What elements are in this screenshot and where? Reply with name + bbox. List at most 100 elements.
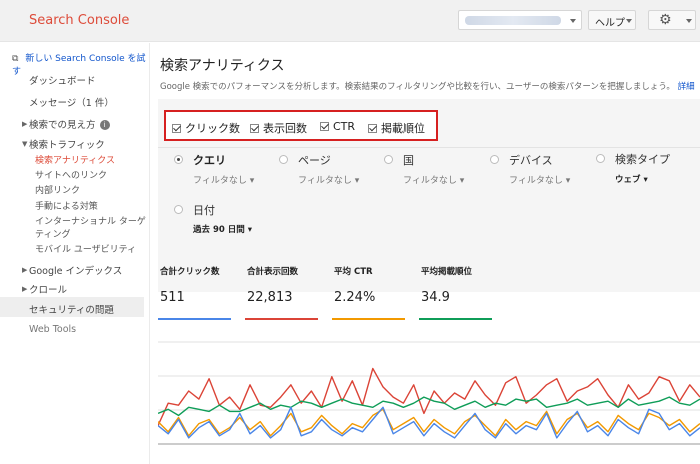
help-button[interactable]: ヘルプ	[588, 10, 636, 30]
radio-icon	[174, 205, 183, 214]
details-link[interactable]: 詳細	[678, 82, 695, 92]
radio-icon	[384, 155, 393, 164]
dimension-date-radio[interactable]: 日付	[174, 202, 215, 218]
date-range-dropdown[interactable]: 過去 90 日間 ▾	[193, 223, 252, 235]
sidebar: ⧉ 新しい Search Console を試す ダッシュボード メッセージ（1…	[0, 43, 150, 464]
sidebar-item-mobile-usability[interactable]: モバイル ユーザビリティ	[35, 242, 136, 255]
sidebar-item-label: 検索での見え方	[29, 120, 96, 131]
dimension-search-type-radio[interactable]: 検索タイプ	[596, 151, 670, 167]
sidebar-item-crawl[interactable]: クロール	[29, 282, 67, 296]
sidebar-item-messages[interactable]: メッセージ（1 件）	[29, 95, 114, 109]
dimension-device-radio[interactable]: デバイス	[490, 152, 553, 168]
checkbox-checked-icon	[320, 122, 329, 131]
sidebar-item-dashboard[interactable]: ダッシュボード	[29, 73, 96, 87]
checkbox-ctr[interactable]: CTR	[320, 120, 355, 133]
sidebar-item-security-issues[interactable]: セキュリティの問題	[29, 302, 114, 316]
radio-icon	[596, 154, 605, 163]
checkbox-checked-icon	[368, 124, 377, 133]
metric-card-impressions[interactable]: 合計表示回数 22,813	[245, 265, 320, 320]
device-filter-dropdown[interactable]: フィルタなし ▾	[509, 173, 570, 186]
sidebar-item-search-analytics[interactable]: 検索アナリティクス	[35, 153, 115, 166]
performance-chart[interactable]	[158, 328, 700, 464]
sidebar-item-links[interactable]: サイトへのリンク	[35, 168, 107, 181]
filter-panel: クリック数 表示回数 CTR 掲載順位 クエリ フィルタなし ▾ ページ フィル…	[158, 99, 700, 292]
dimension-label: 日付	[193, 204, 215, 217]
metric-checkboxes: クリック数 表示回数 CTR 掲載順位	[164, 110, 438, 141]
page-description: Google 検索でのパフォーマンスを分析します。検索結果のフィルタリングや比較…	[160, 80, 695, 92]
divider	[158, 147, 700, 148]
dimension-label: ページ	[298, 154, 331, 167]
expand-arrow-icon: ▶	[22, 266, 28, 274]
checkbox-checked-icon	[250, 124, 259, 133]
metric-label: 平均 CTR	[334, 267, 373, 277]
page-title: 検索アナリティクス	[160, 58, 285, 74]
sidebar-item-search-traffic[interactable]: 検索トラフィック	[29, 137, 105, 151]
checkbox-clicks[interactable]: クリック数	[172, 120, 240, 136]
query-filter-dropdown[interactable]: フィルタなし ▾	[193, 173, 254, 186]
top-bar: Search Console ヘルプ ⚙	[0, 0, 700, 42]
dimension-label: 検索タイプ	[615, 153, 670, 166]
checkbox-checked-icon	[172, 124, 181, 133]
metric-value: 34.9	[421, 290, 450, 305]
brand-logo[interactable]: Search Console	[29, 13, 129, 28]
expand-arrow-icon: ▶	[22, 285, 28, 293]
help-label: ヘルプ	[595, 18, 625, 29]
site-url-blurred	[465, 16, 561, 25]
radio-icon	[490, 155, 499, 164]
filter-label: フィルタなし	[298, 176, 352, 186]
filter-label: ウェブ	[615, 175, 641, 185]
checkbox-position[interactable]: 掲載順位	[368, 120, 425, 136]
site-selector[interactable]	[458, 10, 582, 30]
filter-label: フィルタなし	[509, 176, 563, 186]
dimension-query-radio[interactable]: クエリ	[174, 152, 226, 168]
dimension-page-radio[interactable]: ページ	[279, 152, 331, 168]
sidebar-item-manual-actions[interactable]: 手動による対策	[35, 199, 98, 212]
metric-color-bar	[158, 318, 231, 320]
chevron-down-icon	[570, 19, 576, 23]
radio-icon	[279, 155, 288, 164]
dimension-label: デバイス	[509, 154, 553, 167]
filter-label: 過去 90 日間	[193, 225, 245, 235]
checkbox-label: クリック数	[185, 122, 240, 135]
metric-label: 合計クリック数	[160, 267, 220, 277]
country-filter-dropdown[interactable]: フィルタなし ▾	[403, 173, 464, 186]
metric-card-clicks[interactable]: 合計クリック数 511	[158, 265, 233, 320]
gear-icon: ⚙	[659, 12, 672, 28]
radio-selected-icon	[174, 155, 183, 164]
metric-card-ctr[interactable]: 平均 CTR 2.24%	[332, 265, 407, 320]
metric-value: 511	[160, 290, 185, 305]
metric-card-position[interactable]: 平均掲載順位 34.9	[419, 265, 494, 320]
dimension-country-radio[interactable]: 国	[384, 152, 414, 168]
dimension-label: 国	[403, 154, 414, 167]
chart-series-line-1	[158, 396, 700, 417]
metric-color-bar	[245, 318, 318, 320]
settings-button[interactable]: ⚙	[648, 10, 696, 30]
external-link-icon: ⧉	[12, 54, 19, 64]
sidebar-item-international-targeting-cont[interactable]: ティング	[35, 227, 70, 240]
metric-label: 合計表示回数	[247, 267, 299, 277]
expand-arrow-icon: ▶	[22, 120, 28, 128]
filter-label: フィルタなし	[403, 176, 457, 186]
description-text: Google 検索でのパフォーマンスを分析します。検索結果のフィルタリングや比較…	[160, 82, 675, 92]
metric-label: 平均掲載順位	[421, 267, 473, 277]
sidebar-item-internal-links[interactable]: 内部リンク	[35, 183, 80, 196]
chevron-down-icon	[686, 19, 692, 23]
metric-color-bar	[332, 318, 405, 320]
metric-value: 2.24%	[334, 290, 376, 305]
metric-value: 22,813	[247, 290, 293, 305]
page-filter-dropdown[interactable]: フィルタなし ▾	[298, 173, 359, 186]
info-icon[interactable]: i	[99, 120, 110, 130]
dimension-label: クエリ	[193, 154, 226, 167]
checkbox-label: CTR	[333, 120, 356, 133]
checkbox-label: 表示回数	[263, 122, 307, 135]
sidebar-item-google-index[interactable]: Google インデックス	[29, 263, 122, 277]
sidebar-item-international-targeting[interactable]: インターナショナル ターゲ	[35, 214, 146, 227]
collapse-arrow-icon: ▼	[22, 140, 28, 148]
search-type-dropdown[interactable]: ウェブ ▾	[615, 173, 648, 185]
sidebar-item-search-appearance[interactable]: 検索での見え方 i	[29, 117, 110, 131]
metric-color-bar	[419, 318, 492, 320]
sidebar-item-web-tools[interactable]: Web Tools	[29, 324, 76, 335]
checkbox-label: 掲載順位	[381, 122, 425, 135]
filter-label: フィルタなし	[193, 176, 247, 186]
checkbox-impressions[interactable]: 表示回数	[250, 120, 307, 136]
